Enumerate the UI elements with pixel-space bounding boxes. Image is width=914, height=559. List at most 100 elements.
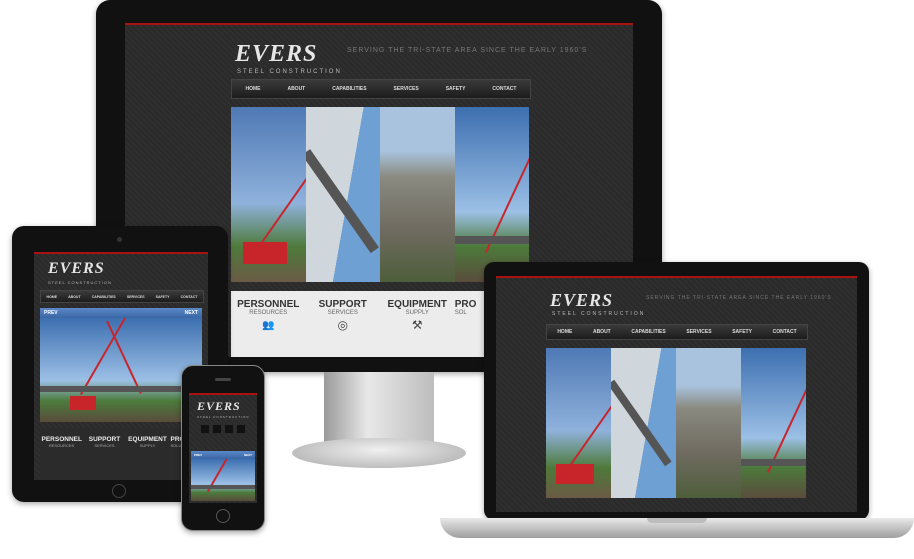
crane-boom bbox=[484, 125, 529, 253]
accent-line bbox=[189, 393, 257, 395]
accent-line bbox=[34, 252, 208, 254]
feature-title: SUPPORT bbox=[88, 436, 121, 443]
laptop-screen: EVERS STEEL CONSTRUCTION SERVING THE TRI… bbox=[496, 276, 857, 512]
photo-slider[interactable] bbox=[40, 318, 202, 422]
feature-personnel[interactable]: PERSONNEL RESOURCES 👥 bbox=[231, 291, 305, 357]
crane-boom bbox=[80, 318, 127, 395]
slide-photo-crane-2 bbox=[741, 348, 806, 498]
info-icon[interactable] bbox=[213, 425, 221, 433]
slider-prev-button[interactable]: PREV bbox=[44, 310, 58, 316]
nav-capabilities[interactable]: CAPABILITIES bbox=[631, 329, 665, 335]
site-logo[interactable]: EVERS bbox=[235, 41, 317, 68]
nav-capabilities[interactable]: CAPABILITIES bbox=[92, 295, 116, 299]
slide-photo-crane bbox=[546, 348, 611, 498]
logo-subtitle: STEEL CONSTRUCTION bbox=[237, 69, 342, 75]
crane-boom bbox=[767, 367, 806, 473]
photo-slider[interactable] bbox=[191, 459, 255, 501]
slide-photo-crane bbox=[40, 318, 202, 422]
feature-subtitle: RESOURCES bbox=[249, 310, 288, 316]
feature-title: EQUIPMENT bbox=[128, 436, 167, 443]
bridge-girder bbox=[741, 459, 806, 466]
crane-boom bbox=[261, 119, 306, 244]
nav-safety[interactable]: SAFETY bbox=[156, 295, 170, 299]
mail-icon[interactable] bbox=[237, 425, 245, 433]
crane-body bbox=[243, 242, 287, 264]
nav-contact[interactable]: CONTACT bbox=[773, 329, 797, 335]
feature-subtitle: RESOURCES bbox=[48, 443, 75, 448]
site-logo[interactable]: EVERS bbox=[550, 290, 613, 311]
phone: EVERS STEEL CONSTRUCTION PREV NEXT bbox=[181, 365, 265, 531]
phone-screen: EVERS STEEL CONSTRUCTION PREV NEXT bbox=[189, 393, 257, 503]
slide-photo-highway bbox=[380, 107, 455, 282]
slide-photo-wall bbox=[305, 107, 380, 282]
slider-controls: PREV NEXT bbox=[191, 451, 255, 459]
site-logo[interactable]: EVERS bbox=[197, 399, 241, 414]
crane-body bbox=[556, 464, 594, 484]
slider-controls: PREV NEXT bbox=[40, 308, 202, 318]
crane-body bbox=[70, 396, 96, 410]
feature-subtitle: SERVICES bbox=[94, 443, 115, 448]
feature-support[interactable]: SUPPORT SERVICES bbox=[85, 428, 125, 480]
feature-row: PERSONNEL RESOURCES SUPPORT SERVICES EQU… bbox=[40, 428, 202, 480]
tablet-home-button[interactable] bbox=[112, 484, 126, 498]
crane-boom-2 bbox=[106, 320, 142, 394]
people-icon: 👥 bbox=[262, 320, 275, 331]
bridge-girder bbox=[40, 386, 202, 392]
photo-slider[interactable] bbox=[546, 348, 806, 498]
nav-home[interactable]: HOME bbox=[245, 86, 260, 92]
nav-about[interactable]: ABOUT bbox=[287, 86, 305, 92]
main-nav: HOME ABOUT CAPABILITIES SERVICES SAFETY … bbox=[546, 324, 808, 340]
nav-safety[interactable]: SAFETY bbox=[446, 86, 466, 92]
phone-speaker bbox=[215, 378, 231, 381]
site-tagline: SERVING THE TRI-STATE AREA SINCE THE EAR… bbox=[646, 295, 832, 301]
nav-services[interactable]: SERVICES bbox=[686, 329, 711, 335]
site-logo[interactable]: EVERS bbox=[48, 260, 105, 278]
nav-safety[interactable]: SAFETY bbox=[732, 329, 752, 335]
lifebuoy-icon: ◎ bbox=[337, 318, 348, 332]
main-nav: HOME ABOUT CAPABILITIES SERVICES SAFETY … bbox=[40, 290, 204, 303]
nav-contact[interactable]: CONTACT bbox=[181, 295, 198, 299]
feature-title: PERSONNEL bbox=[237, 299, 300, 310]
feature-subtitle: SERVICES bbox=[327, 310, 358, 316]
logo-subtitle: STEEL CONSTRUCTION bbox=[552, 311, 646, 317]
slide-photo-highway bbox=[676, 348, 741, 498]
nav-home[interactable]: HOME bbox=[557, 329, 572, 335]
slide-photo-wall bbox=[611, 348, 676, 498]
slider-next-button[interactable]: NEXT bbox=[244, 453, 252, 457]
crane-boom bbox=[570, 365, 611, 466]
laptop: EVERS STEEL CONSTRUCTION SERVING THE TRI… bbox=[440, 262, 914, 559]
phone-icon-row bbox=[201, 425, 245, 433]
feature-title: SUPPORT bbox=[318, 299, 367, 310]
nav-services[interactable]: SERVICES bbox=[127, 295, 145, 299]
nav-about[interactable]: ABOUT bbox=[593, 329, 611, 335]
home-icon[interactable] bbox=[201, 425, 209, 433]
site-tagline: SERVING THE TRI-STATE AREA SINCE THE EAR… bbox=[347, 47, 588, 54]
accent-line bbox=[125, 23, 633, 25]
nav-home[interactable]: HOME bbox=[47, 295, 58, 299]
slide-photo-crane-2 bbox=[454, 107, 529, 282]
slide-photo-crane bbox=[191, 459, 255, 501]
nav-capabilities[interactable]: CAPABILITIES bbox=[332, 86, 366, 92]
nav-services[interactable]: SERVICES bbox=[394, 86, 419, 92]
feature-support[interactable]: SUPPORT SERVICES ◎ bbox=[306, 291, 380, 357]
slider-prev-button[interactable]: PREV bbox=[194, 453, 202, 457]
phone-home-button[interactable] bbox=[216, 509, 230, 523]
accent-line bbox=[496, 276, 857, 278]
logo-subtitle: STEEL CONSTRUCTION bbox=[197, 415, 250, 419]
feature-title: PERSONNEL bbox=[41, 436, 82, 443]
gear-icon[interactable] bbox=[225, 425, 233, 433]
nav-about[interactable]: ABOUT bbox=[68, 295, 80, 299]
bridge-girder bbox=[454, 236, 529, 244]
laptop-notch bbox=[647, 518, 707, 523]
bridge-girder bbox=[191, 485, 255, 489]
nav-contact[interactable]: CONTACT bbox=[492, 86, 516, 92]
feature-personnel[interactable]: PERSONNEL RESOURCES bbox=[42, 428, 82, 480]
slider-next-button[interactable]: NEXT bbox=[185, 310, 198, 316]
main-nav: HOME ABOUT CAPABILITIES SERVICES SAFETY … bbox=[231, 79, 531, 99]
feature-equipment[interactable]: EQUIPMENT SUPPLY bbox=[128, 428, 168, 480]
logo-subtitle: STEEL CONSTRUCTION bbox=[48, 280, 112, 285]
monitor-neck bbox=[324, 372, 434, 442]
slide-photo-crane bbox=[231, 107, 306, 282]
tablet-camera bbox=[117, 237, 122, 242]
photo-slider[interactable] bbox=[231, 107, 529, 282]
